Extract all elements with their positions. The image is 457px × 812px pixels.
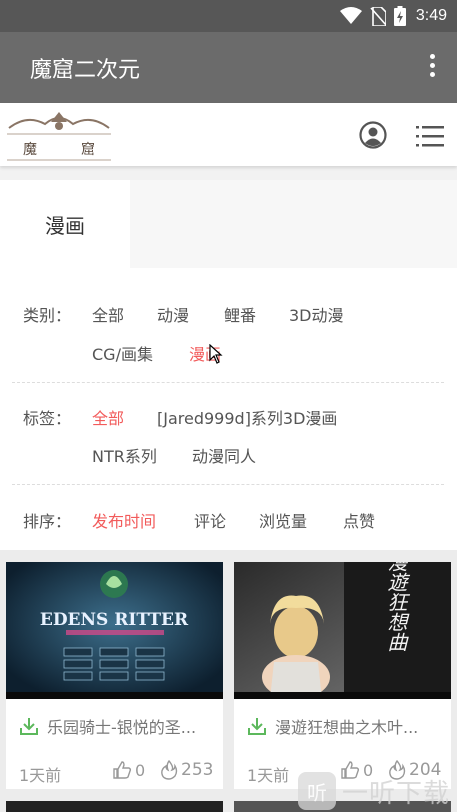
comic-time: 1天前 [19, 766, 62, 785]
app-title: 魔窟二次元 [30, 58, 141, 83]
sort-option[interactable]: 浏览量 [259, 508, 307, 532]
wifi-icon [339, 7, 362, 24]
cover-title-text: EDENS RITTER [40, 610, 189, 630]
comic-card[interactable]: EDENS RITTER 乐园骑士-银悦的圣... 1天前 0 253 [6, 562, 223, 789]
tag-option[interactable]: NTR系列 [92, 443, 157, 467]
comic-cover[interactable]: EDENS RITTER [6, 562, 223, 699]
category-tabs: 漫画 [0, 180, 457, 268]
comic-cover[interactable]: 漫遊狂想曲 [234, 562, 451, 699]
filter-divider [12, 382, 444, 383]
user-icon[interactable] [359, 121, 387, 149]
more-options-icon[interactable] [429, 54, 437, 80]
no-sim-icon [370, 6, 386, 26]
status-time: 3:49 [415, 7, 447, 24]
category-filter: 类别： 全部 动漫 鲤番 3D动漫 CG/画集 漫画 [23, 302, 443, 372]
comic-card-partial[interactable] [6, 801, 223, 812]
tag-option[interactable]: [Jared999d]系列3D漫画 [157, 405, 337, 429]
status-bar: 3:49 [0, 0, 457, 32]
comic-time: 1天前 [247, 766, 290, 785]
site-header: 魔 窟 [0, 103, 457, 166]
category-option[interactable]: 全部 [92, 302, 124, 326]
flame-icon [161, 760, 178, 780]
comic-title-text: 乐园骑士-银悦的圣... [47, 718, 197, 737]
svg-text:魔: 魔 [23, 142, 37, 158]
comic-likes[interactable]: 0 [112, 760, 145, 780]
tag-option-active[interactable]: 全部 [92, 405, 124, 429]
comic-title[interactable]: 漫遊狂想曲之木叶... [247, 714, 443, 738]
battery-icon [393, 6, 406, 26]
tag-filter: 标签： 全部 [Jared999d]系列3D漫画 NTR系列 动漫同人 [23, 405, 443, 475]
filter-divider [12, 484, 444, 485]
svg-text:窟: 窟 [81, 141, 95, 158]
sort-label: 排序： [23, 512, 72, 531]
sort-filter: 排序： 发布时间 评论 浏览量 点赞 [23, 508, 443, 538]
views-count: 253 [181, 760, 214, 780]
sort-option[interactable]: 点赞 [343, 508, 375, 532]
watermark: 听 一听下载 [298, 770, 457, 812]
tab-comics[interactable]: 漫画 [0, 180, 130, 268]
comic-views: 253 [160, 760, 213, 780]
category-option[interactable]: CG/画集 [92, 341, 153, 365]
site-logo[interactable]: 魔 窟 [7, 110, 111, 162]
category-label: 类别： [23, 306, 72, 325]
tag-option[interactable]: 动漫同人 [192, 443, 256, 467]
comic-title-text: 漫遊狂想曲之木叶... [275, 718, 419, 737]
watermark-badge: 听 [298, 772, 336, 810]
thumbs-up-icon[interactable] [112, 760, 132, 780]
filter-panel: 类别： 全部 动漫 鲤番 3D动漫 CG/画集 漫画 标签： 全部 [Jared… [0, 268, 457, 550]
comic-title[interactable]: 乐园骑士-银悦的圣... [19, 714, 215, 738]
download-icon[interactable] [247, 716, 267, 736]
mouse-cursor-icon [209, 344, 223, 364]
sort-option-active[interactable]: 发布时间 [92, 508, 156, 532]
download-icon[interactable] [19, 716, 39, 736]
tag-label: 标签： [23, 409, 72, 428]
sort-option[interactable]: 评论 [194, 508, 226, 532]
likes-count: 0 [135, 760, 146, 780]
category-option[interactable]: 鲤番 [224, 302, 256, 326]
status-icons: 3:49 [339, 5, 447, 27]
category-option[interactable]: 动漫 [157, 302, 189, 326]
cover-title-text: 漫遊狂想曲 [384, 562, 408, 652]
category-option[interactable]: 3D动漫 [289, 302, 344, 326]
menu-icon[interactable] [416, 125, 444, 147]
watermark-text: 一听下载 [342, 778, 451, 809]
comic-card[interactable]: 漫遊狂想曲 漫遊狂想曲之木叶... 1天前 0 204 [234, 562, 451, 789]
app-bar: 魔窟二次元 [0, 32, 457, 103]
